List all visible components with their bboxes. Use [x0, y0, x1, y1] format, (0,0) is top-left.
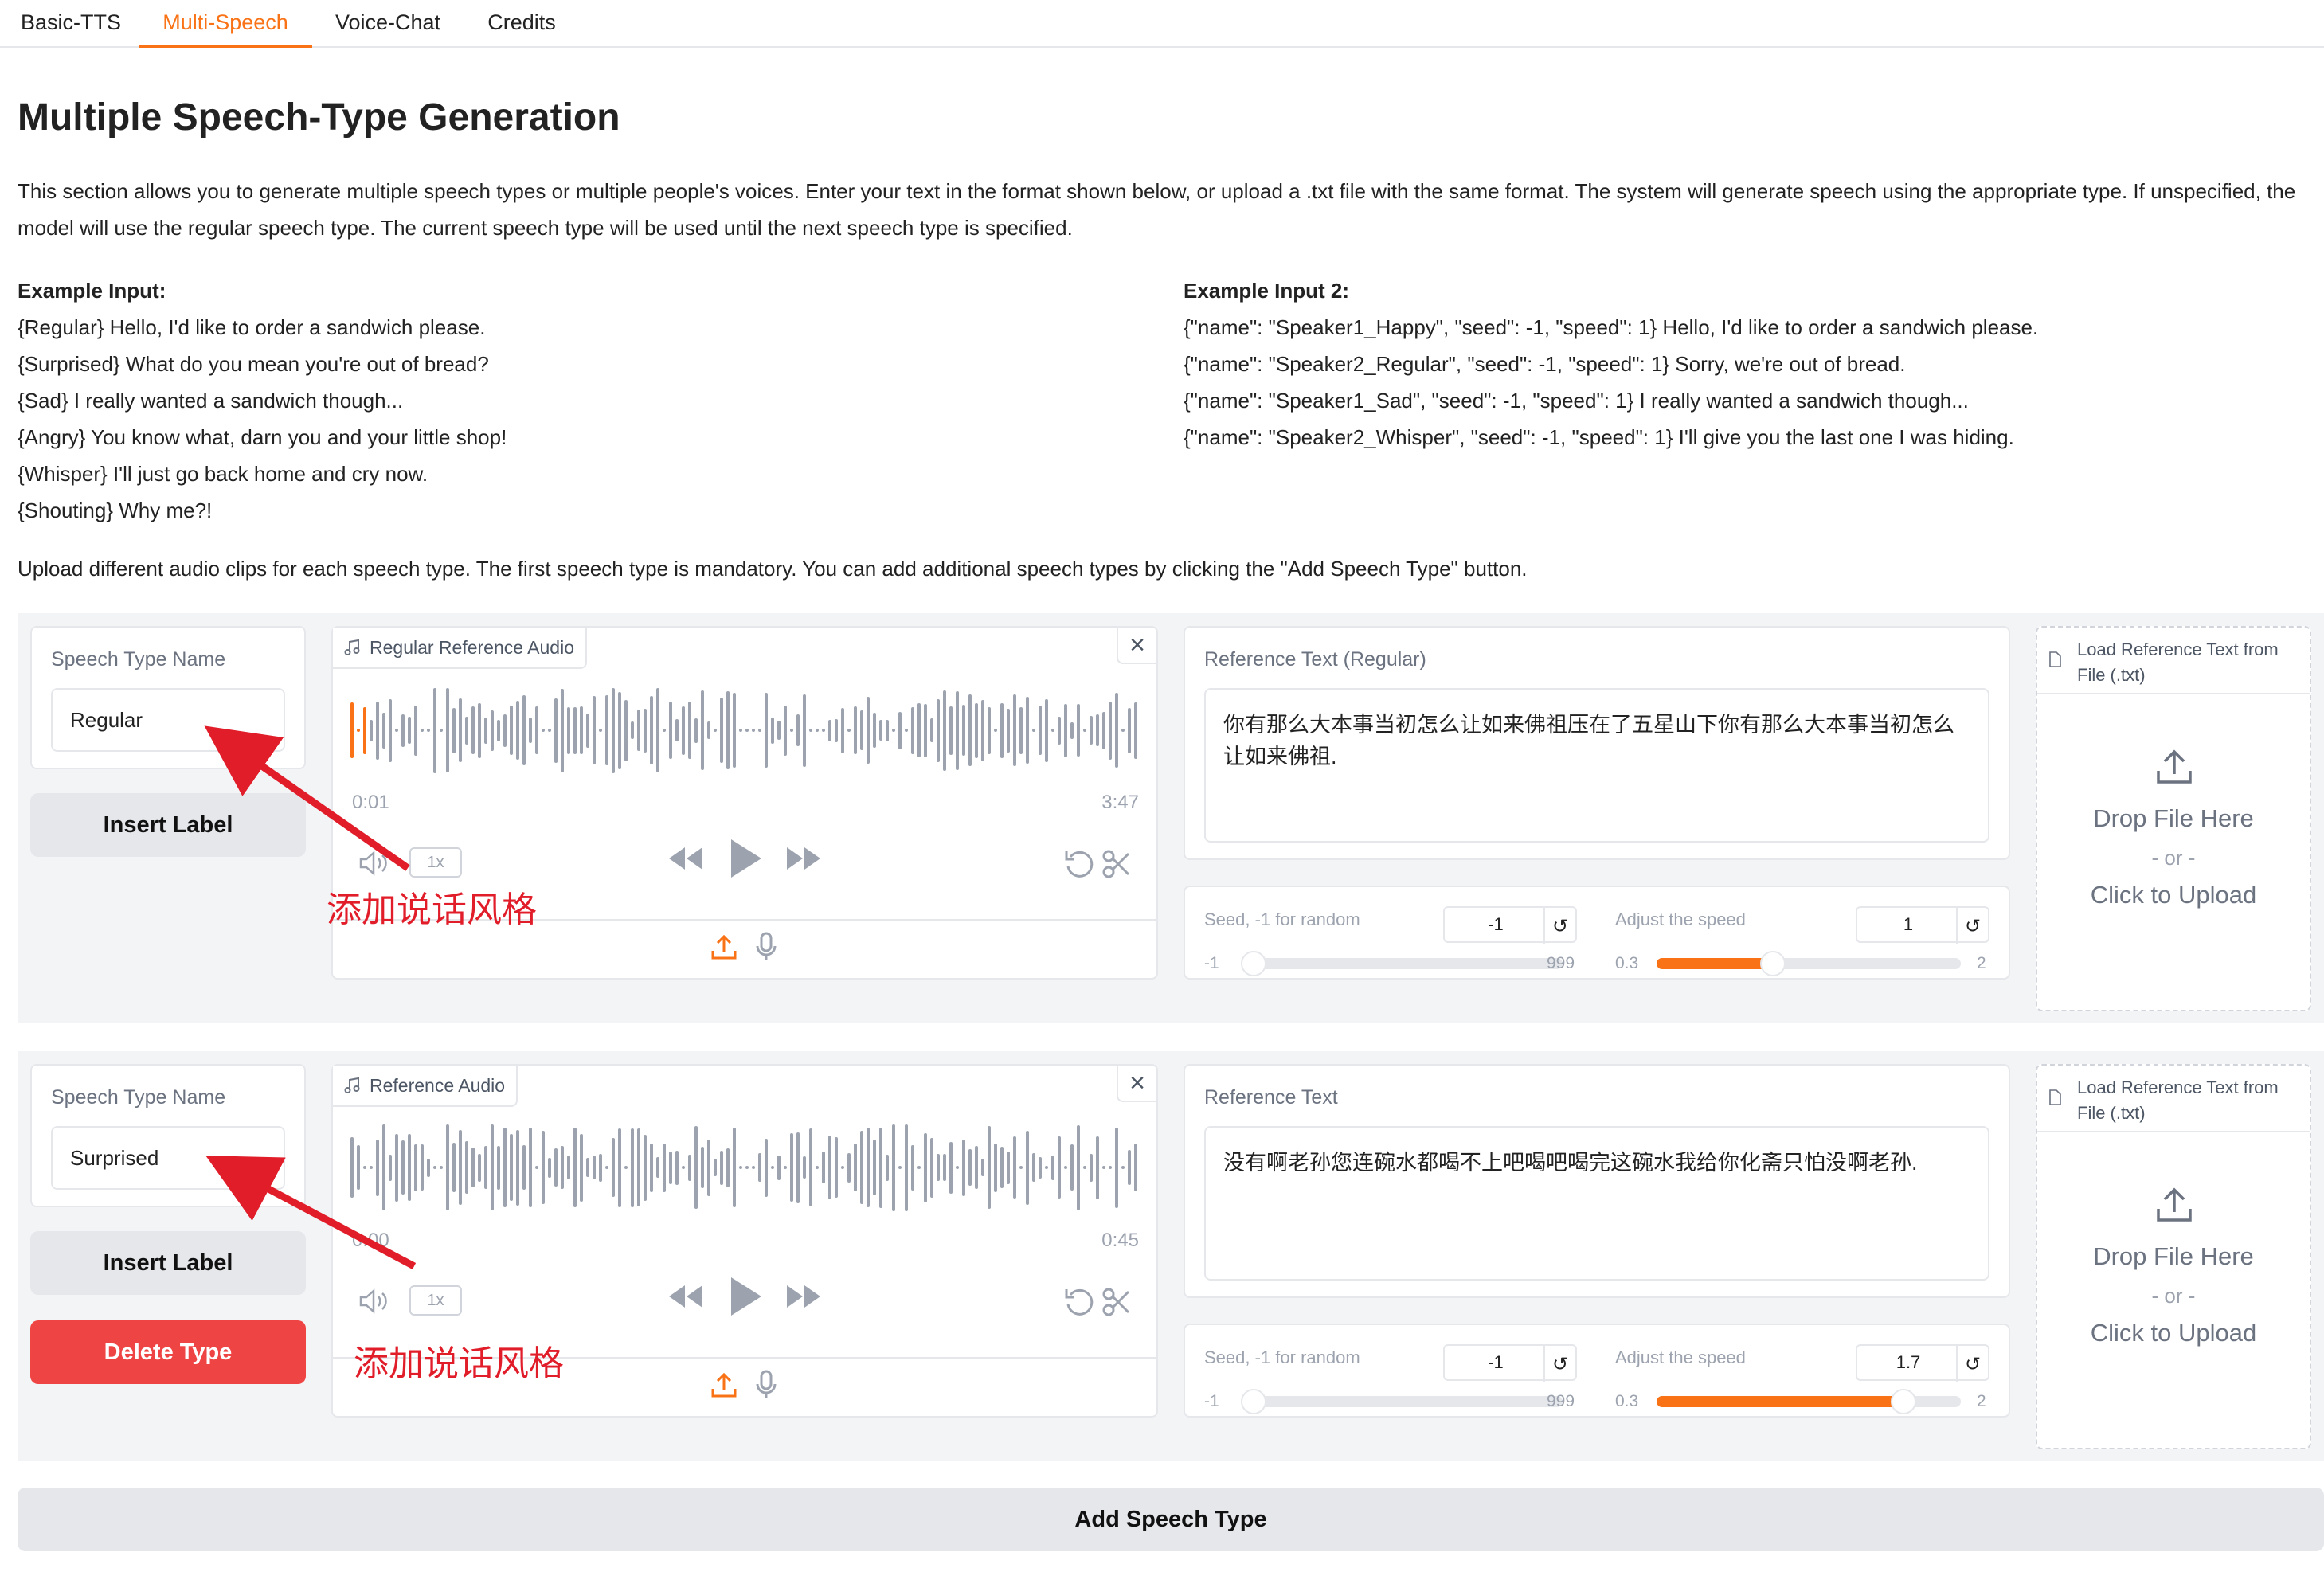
annotation-text: 添加说话风格	[327, 890, 537, 929]
annotation-arrow	[205, 1156, 417, 1269]
annotation-text: 添加说话风格	[354, 1344, 564, 1383]
annotation-arrow	[204, 725, 410, 871]
annotation-overlay	[204, 725, 417, 1269]
